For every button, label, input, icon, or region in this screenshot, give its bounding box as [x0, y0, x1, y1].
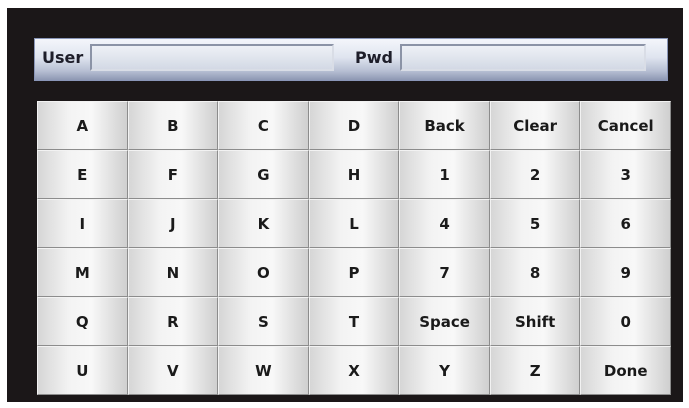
back-button[interactable]: Back	[399, 101, 490, 150]
key-s[interactable]: S	[218, 297, 309, 346]
key-q[interactable]: Q	[37, 297, 128, 346]
key-r[interactable]: R	[127, 297, 219, 346]
key-i[interactable]: I	[37, 199, 128, 248]
space-button[interactable]: Space	[399, 297, 490, 346]
key-c[interactable]: C	[218, 101, 309, 150]
key-m[interactable]: M	[37, 248, 128, 297]
user-input[interactable]	[90, 44, 334, 71]
shift-button[interactable]: Shift	[489, 297, 581, 346]
key-0[interactable]: 0	[580, 297, 671, 346]
key-b[interactable]: B	[127, 101, 219, 150]
key-g[interactable]: G	[218, 150, 309, 199]
key-z[interactable]: Z	[489, 346, 581, 395]
key-e[interactable]: E	[37, 150, 128, 199]
done-button[interactable]: Done	[580, 346, 671, 395]
key-t[interactable]: T	[308, 297, 400, 346]
key-1[interactable]: 1	[399, 150, 490, 199]
key-p[interactable]: P	[308, 248, 400, 297]
key-w[interactable]: W	[218, 346, 309, 395]
key-u[interactable]: U	[37, 346, 128, 395]
user-label: User	[42, 48, 84, 67]
keypad-window: User Pwd A B C D Back Clear Cancel E F G…	[7, 8, 683, 402]
key-3[interactable]: 3	[580, 150, 671, 199]
pwd-input[interactable]	[400, 44, 646, 71]
key-h[interactable]: H	[308, 150, 400, 199]
key-x[interactable]: X	[308, 346, 400, 395]
pwd-label: Pwd	[355, 48, 393, 67]
key-a[interactable]: A	[37, 101, 128, 150]
key-v[interactable]: V	[127, 346, 219, 395]
key-l[interactable]: L	[308, 199, 400, 248]
key-k[interactable]: K	[218, 199, 309, 248]
key-9[interactable]: 9	[580, 248, 671, 297]
login-bar: User Pwd	[34, 38, 668, 81]
key-j[interactable]: J	[127, 199, 219, 248]
on-screen-keyboard: A B C D Back Clear Cancel E F G H 1 2 3 …	[37, 101, 671, 395]
key-d[interactable]: D	[308, 101, 400, 150]
clear-button[interactable]: Clear	[489, 101, 581, 150]
cancel-button[interactable]: Cancel	[580, 101, 671, 150]
key-o[interactable]: O	[218, 248, 309, 297]
key-5[interactable]: 5	[489, 199, 581, 248]
key-7[interactable]: 7	[399, 248, 490, 297]
key-4[interactable]: 4	[399, 199, 490, 248]
key-6[interactable]: 6	[580, 199, 671, 248]
key-8[interactable]: 8	[489, 248, 581, 297]
key-f[interactable]: F	[127, 150, 219, 199]
key-y[interactable]: Y	[399, 346, 490, 395]
key-2[interactable]: 2	[489, 150, 581, 199]
key-n[interactable]: N	[127, 248, 219, 297]
